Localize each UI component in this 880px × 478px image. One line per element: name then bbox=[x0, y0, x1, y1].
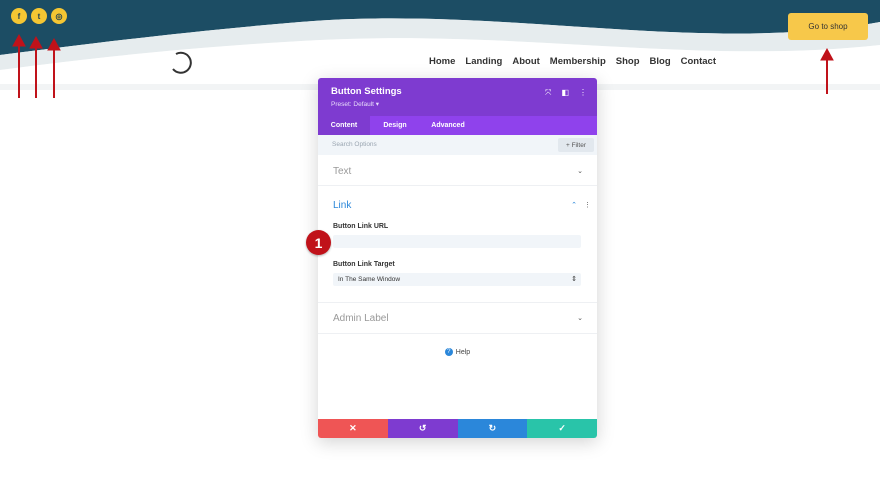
logo-icon[interactable] bbox=[170, 51, 194, 75]
nav-about[interactable]: About bbox=[512, 56, 539, 67]
button-settings-panel: Button Settings Preset: Default ▾ ⤧ ◧ ⋮ … bbox=[318, 78, 597, 438]
link-target-value: In The Same Window bbox=[338, 276, 401, 283]
preset-dropdown[interactable]: Preset: Default ▾ bbox=[331, 100, 379, 108]
link-url-input[interactable] bbox=[333, 235, 581, 248]
arrow-icon bbox=[820, 47, 834, 61]
search-input[interactable]: Search Options bbox=[332, 141, 377, 148]
chevron-down-icon[interactable]: ⌄ bbox=[577, 167, 583, 175]
nav-contact[interactable]: Contact bbox=[681, 56, 716, 67]
search-options[interactable]: Search Options + Filter bbox=[318, 135, 597, 155]
divider bbox=[318, 185, 597, 186]
divider bbox=[318, 333, 597, 334]
panel-footer: ✕ ↺ ↻ ✓ bbox=[318, 419, 597, 438]
main-nav: Home Landing About Membership Shop Blog … bbox=[429, 56, 716, 67]
panel-tabs: Content Design Advanced bbox=[318, 116, 597, 135]
section-more-icon[interactable]: ⋮ bbox=[584, 201, 591, 209]
more-icon[interactable]: ⋮ bbox=[579, 88, 587, 98]
help-link[interactable]: ? Help bbox=[318, 348, 597, 356]
go-to-shop-button[interactable]: Go to shop bbox=[788, 13, 868, 40]
section-text-title[interactable]: Text bbox=[333, 166, 351, 177]
filter-label: + Filter bbox=[565, 141, 587, 149]
tab-design[interactable]: Design bbox=[370, 116, 420, 135]
panel-header: Button Settings Preset: Default ▾ ⤧ ◧ ⋮ bbox=[318, 78, 597, 116]
help-icon: ? bbox=[444, 348, 453, 356]
redo-button[interactable]: ↻ bbox=[457, 419, 528, 438]
link-target-label: Button Link Target bbox=[333, 261, 395, 268]
link-target-select[interactable]: In The Same Window ⇕ bbox=[333, 273, 581, 286]
nav-shop[interactable]: Shop bbox=[616, 56, 640, 67]
cancel-button[interactable]: ✕ bbox=[318, 419, 388, 438]
tab-content[interactable]: Content bbox=[318, 116, 370, 135]
nav-landing[interactable]: Landing bbox=[465, 56, 502, 67]
chevron-down-icon[interactable]: ⌄ bbox=[577, 314, 583, 322]
expand-icon[interactable]: ⤧ bbox=[545, 88, 551, 98]
nav-home[interactable]: Home bbox=[429, 56, 455, 67]
nav-membership[interactable]: Membership bbox=[550, 56, 606, 67]
filter-button[interactable]: + Filter bbox=[558, 138, 594, 152]
sidebar-icon[interactable]: ◧ bbox=[561, 88, 569, 98]
chevron-up-icon[interactable]: ⌃ bbox=[571, 201, 577, 209]
panel-title: Button Settings bbox=[331, 86, 402, 97]
section-admin-title[interactable]: Admin Label bbox=[333, 313, 389, 324]
link-url-label: Button Link URL bbox=[333, 223, 389, 230]
arrow-icon bbox=[29, 35, 43, 49]
save-button[interactable]: ✓ bbox=[527, 419, 597, 438]
help-label: Help bbox=[455, 348, 471, 356]
tab-advanced[interactable]: Advanced bbox=[420, 116, 476, 135]
undo-button[interactable]: ↺ bbox=[387, 419, 458, 438]
select-arrow-icon: ⇕ bbox=[571, 276, 577, 283]
arrow-icon bbox=[47, 37, 61, 51]
arrow-icon bbox=[12, 33, 26, 47]
step-marker: 1 bbox=[306, 230, 331, 255]
nav-blog[interactable]: Blog bbox=[650, 56, 671, 67]
section-link-title[interactable]: Link bbox=[333, 200, 351, 211]
divider bbox=[318, 302, 597, 303]
